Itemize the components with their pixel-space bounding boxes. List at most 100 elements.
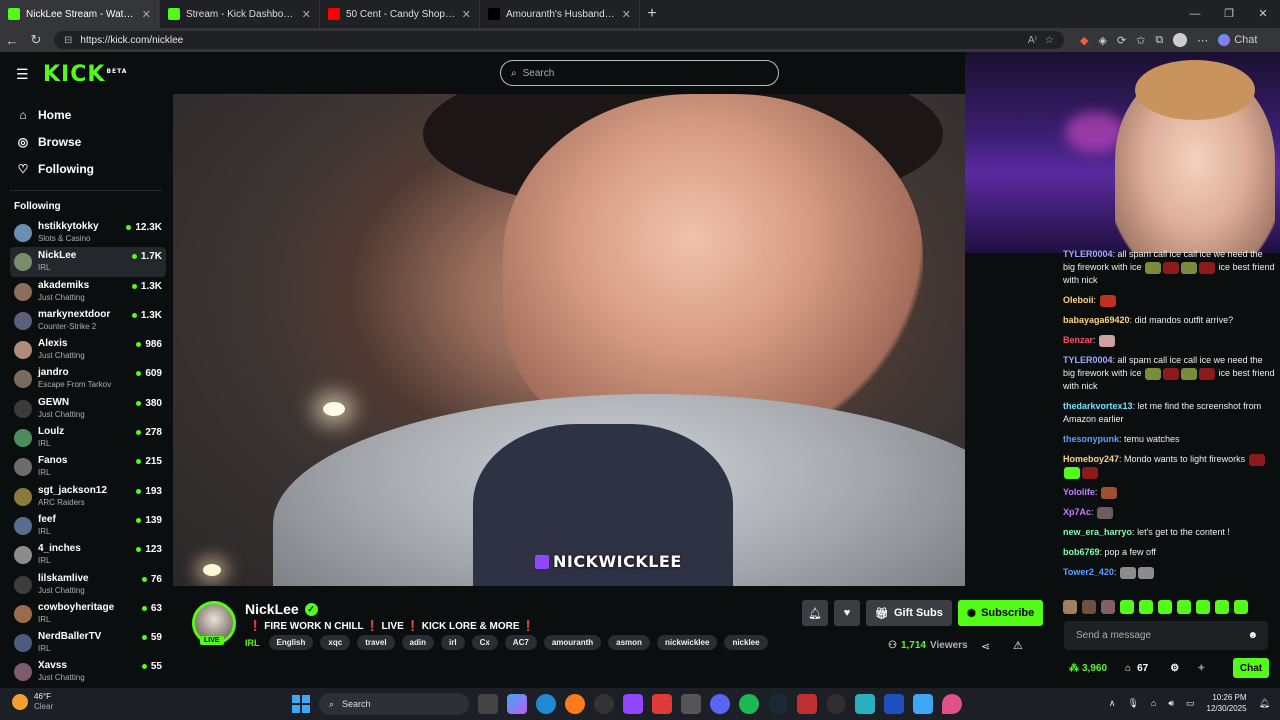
chat-settings-icon[interactable]: ⚙ xyxy=(1170,663,1179,674)
sidebar-nav-following[interactable]: ♡ Following xyxy=(0,155,172,182)
clock[interactable]: 10:26 PM 12/30/2025 xyxy=(1207,692,1247,714)
stream-tag[interactable]: English xyxy=(268,635,314,650)
followed-channel[interactable]: hstikkytokky Slots & Casino 12.3K xyxy=(10,218,166,247)
followed-channel[interactable]: feef IRL 139 xyxy=(10,511,166,540)
emote-icon[interactable] xyxy=(1158,600,1172,614)
steam-icon[interactable] xyxy=(768,694,788,714)
chat-username[interactable]: new_era_harryo xyxy=(1063,527,1132,537)
emote-icon[interactable] xyxy=(1082,600,1096,614)
notepad-icon[interactable] xyxy=(913,694,933,714)
browser-tab[interactable]: 50 Cent - Candy Shop (Official Mu ✕ xyxy=(320,0,480,28)
stream-tag[interactable]: irl xyxy=(441,635,465,650)
browser-tab[interactable]: Amouranth's Husband (@nickwick ✕ xyxy=(480,0,640,28)
app-icon[interactable] xyxy=(594,694,614,714)
edge-icon[interactable] xyxy=(536,694,556,714)
emote-icon[interactable] xyxy=(1196,600,1210,614)
app-icon[interactable] xyxy=(652,694,672,714)
extension-icon[interactable]: ◆ xyxy=(1080,34,1088,47)
followed-channel[interactable]: NickLee IRL 1.7K xyxy=(10,247,166,277)
followed-channel[interactable]: jandro Escape From Tarkov 609 xyxy=(10,364,166,393)
notification-bell-button[interactable]: 🔔︎ xyxy=(802,600,828,626)
refresh-icon[interactable]: ↻ xyxy=(24,32,48,48)
emote-icon[interactable] xyxy=(1234,600,1248,614)
tray-chevron-icon[interactable]: ∧ xyxy=(1109,698,1116,709)
new-tab-button[interactable]: + xyxy=(640,5,664,23)
stream-tag[interactable]: nickwicklee xyxy=(656,635,718,650)
network-icon[interactable]: ⌂ xyxy=(1151,698,1156,708)
stream-tag[interactable]: nicklee xyxy=(724,635,768,650)
category-link[interactable]: IRL xyxy=(245,638,260,648)
app-icon[interactable] xyxy=(797,694,817,714)
followed-channel[interactable]: 4_inches IRL 123 xyxy=(10,540,166,569)
close-tab-icon[interactable]: ✕ xyxy=(622,8,631,21)
fx-icon[interactable] xyxy=(884,694,904,714)
followed-channel[interactable]: Alexis Just Chatting 986 xyxy=(10,335,166,364)
emote-icon[interactable] xyxy=(1120,600,1134,614)
video-player[interactable]: NICKWICKLEE xyxy=(173,94,965,586)
chat-input-box[interactable]: ☻ xyxy=(1064,621,1268,650)
subscribe-button[interactable]: ✺ Subscribe xyxy=(957,600,1044,626)
followed-channel[interactable]: Fanos IRL 215 xyxy=(10,452,166,481)
minimize-button[interactable]: — xyxy=(1178,0,1212,28)
microphone-icon[interactable]: 🎙︎ xyxy=(1127,698,1138,709)
chat-send-button[interactable]: Chat xyxy=(1233,658,1269,678)
chat-username[interactable]: TYLER0004 xyxy=(1063,355,1113,365)
chat-username[interactable]: TYLER0004 xyxy=(1063,249,1113,259)
emote-icon[interactable] xyxy=(1101,600,1115,614)
report-icon[interactable]: ⚠ xyxy=(1013,639,1023,652)
followed-channel[interactable]: cowboyheritage IRL 63 xyxy=(10,599,166,628)
search-input[interactable] xyxy=(522,67,753,79)
browser-tab[interactable]: Stream - Kick Dashboard ✕ xyxy=(160,0,320,28)
app-icon[interactable] xyxy=(855,694,875,714)
favorite-star-icon[interactable]: ☆ xyxy=(1045,35,1054,46)
channel-points-icon[interactable]: ⁂ xyxy=(1069,663,1079,674)
close-tab-icon[interactable]: ✕ xyxy=(302,8,311,21)
read-aloud-icon[interactable]: A⁾ xyxy=(1028,35,1037,46)
obs-icon[interactable] xyxy=(826,694,846,714)
share-icon[interactable]: ⋖ xyxy=(981,640,990,653)
profile-avatar[interactable] xyxy=(1173,33,1188,47)
extension-icon[interactable]: ◈ xyxy=(1098,34,1106,47)
copilot-app-icon[interactable] xyxy=(507,694,527,714)
chat-username[interactable]: Tower2_420 xyxy=(1063,567,1114,577)
emote-icon[interactable] xyxy=(1177,600,1191,614)
url-field[interactable]: ⊟ https://kick.com/nicklee A⁾ ☆ xyxy=(54,31,1064,49)
emote-icon[interactable] xyxy=(1215,600,1229,614)
restore-button[interactable]: ❐ xyxy=(1212,0,1246,28)
close-tab-icon[interactable]: ✕ xyxy=(142,8,151,21)
followed-channel[interactable]: NerdBallerTV IRL 59 xyxy=(10,628,166,657)
notifications-icon[interactable]: 🔔︎ xyxy=(1259,698,1270,709)
chat-username[interactable]: Benzar xyxy=(1063,335,1093,345)
chat-username[interactable]: bob6769 xyxy=(1063,547,1100,557)
back-icon[interactable]: ← xyxy=(0,33,24,48)
stream-tag[interactable]: xqc xyxy=(320,635,351,650)
follow-button[interactable]: ♥ xyxy=(834,600,860,626)
followed-channel[interactable]: sgt_jackson12 ARC Raiders 193 xyxy=(10,482,166,511)
emote-icon[interactable] xyxy=(1139,600,1153,614)
close-tab-icon[interactable]: ✕ xyxy=(462,8,471,21)
stream-tag[interactable]: AC7 xyxy=(504,635,537,650)
chat-username[interactable]: babayaga69420 xyxy=(1063,315,1130,325)
sidebar-nav-browse[interactable]: ◎ Browse xyxy=(0,128,172,155)
chat-username[interactable]: thedarkvortex13 xyxy=(1063,401,1133,411)
extension-icon[interactable]: ⟳ xyxy=(1117,34,1126,47)
sidebar-nav-home[interactable]: ⌂ Home xyxy=(0,101,172,128)
emote-icon[interactable] xyxy=(1063,600,1077,614)
followed-channel[interactable]: Xavss Just Chatting 55 xyxy=(10,657,166,686)
discord-icon[interactable] xyxy=(710,694,730,714)
gift-icon[interactable]: ⌂ xyxy=(1125,663,1131,674)
followed-channel[interactable]: markynextdoor Counter-Strike 2 1.3K xyxy=(10,306,166,335)
gift-subs-button[interactable]: 🎁︎ Gift Subs xyxy=(866,600,952,626)
channel-name[interactable]: NickLee ✓ xyxy=(245,601,318,617)
chat-username[interactable]: Oleboii xyxy=(1063,295,1094,305)
task-view-icon[interactable] xyxy=(478,694,498,714)
music-icon[interactable] xyxy=(681,694,701,714)
chat-username[interactable]: Homeboy247 xyxy=(1063,454,1119,464)
browser-tab[interactable]: NickLee Stream - Watch Live o ✕ xyxy=(0,0,160,28)
maps-pin-icon[interactable] xyxy=(942,694,962,714)
stream-tag[interactable]: amouranth xyxy=(543,635,602,650)
stream-tag[interactable]: Cx xyxy=(471,635,498,650)
kick-logo[interactable]: KICKBETA xyxy=(43,62,127,87)
emoji-picker-icon[interactable]: ☻ xyxy=(1247,630,1258,641)
hamburger-menu-icon[interactable]: ☰ xyxy=(16,66,29,83)
